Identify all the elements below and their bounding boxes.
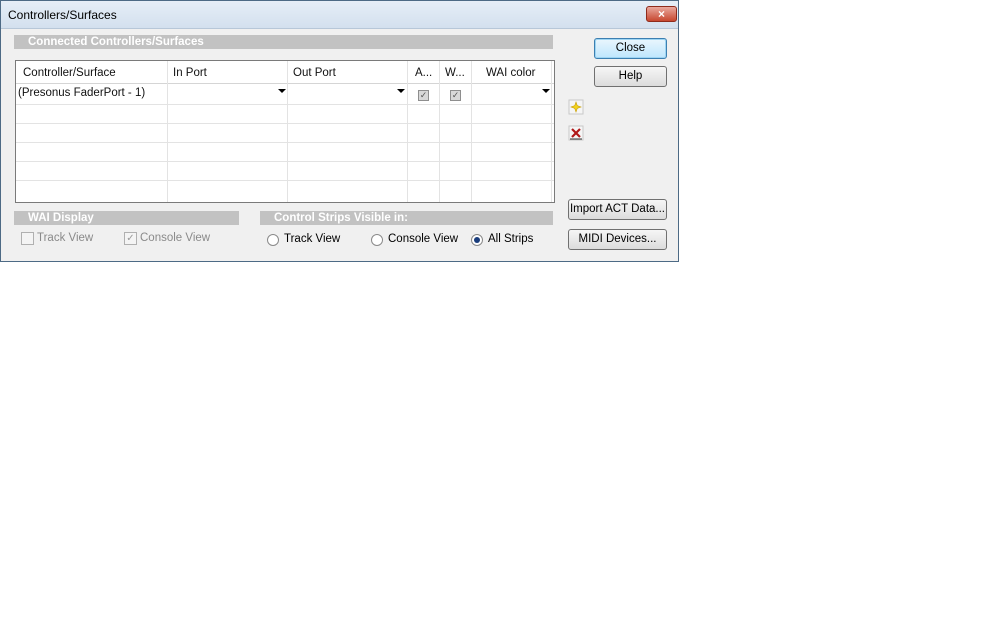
import-act-data-button[interactable]: Import ACT Data... xyxy=(568,199,667,220)
column-divider xyxy=(471,61,472,202)
column-divider xyxy=(287,61,288,202)
row-divider xyxy=(16,104,554,105)
strips-console-view-label: Console View xyxy=(388,233,459,245)
controllers-table[interactable]: Controller/Surface In Port Out Port A...… xyxy=(15,60,555,203)
strips-all-strips-radio[interactable] xyxy=(471,234,483,246)
strips-track-view-label: Track View xyxy=(284,233,341,245)
delete-controller-icon[interactable] xyxy=(568,125,584,141)
column-divider xyxy=(407,61,408,202)
column-header-in-port[interactable]: In Port xyxy=(173,67,207,79)
wai-track-view-label: Track View xyxy=(37,232,94,244)
wai-console-view-label: Console View xyxy=(140,232,211,244)
controllers-surfaces-dialog: Controllers/Surfaces × Connected Control… xyxy=(0,0,679,262)
column-header-out-port[interactable]: Out Port xyxy=(293,67,336,79)
title-bar: Controllers/Surfaces × xyxy=(1,1,678,29)
column-header-controller[interactable]: Controller/Surface xyxy=(23,67,116,79)
wai-console-view-checkbox[interactable]: ✓ xyxy=(124,232,137,245)
in-port-dropdown-icon[interactable] xyxy=(278,89,286,93)
column-divider xyxy=(439,61,440,202)
column-divider xyxy=(551,61,552,202)
window-title: Controllers/Surfaces xyxy=(8,8,117,22)
row-divider xyxy=(16,180,554,181)
w-checkbox[interactable]: ✓ xyxy=(450,90,461,101)
window-close-button[interactable]: × xyxy=(646,6,677,22)
strips-track-view-radio[interactable] xyxy=(267,234,279,246)
close-button[interactable]: Close xyxy=(594,38,667,59)
strips-console-view-radio[interactable] xyxy=(371,234,383,246)
connected-section-header: Connected Controllers/Surfaces xyxy=(14,35,553,49)
midi-devices-button[interactable]: MIDI Devices... xyxy=(568,229,667,250)
out-port-dropdown-icon[interactable] xyxy=(397,89,405,93)
column-header-wai-color[interactable]: WAI color xyxy=(486,67,535,79)
wai-track-view-checkbox[interactable] xyxy=(21,232,34,245)
column-divider xyxy=(167,61,168,202)
strips-all-strips-label: All Strips xyxy=(488,233,534,245)
column-header-w[interactable]: W... xyxy=(445,67,465,79)
wai-color-dropdown-icon[interactable] xyxy=(542,89,550,93)
help-button[interactable]: Help xyxy=(594,66,667,87)
wai-display-header: WAI Display xyxy=(14,211,239,225)
add-controller-icon[interactable] xyxy=(568,99,584,115)
controller-name-cell[interactable]: (Presonus FaderPort - 1) xyxy=(18,87,145,99)
control-strips-header: Control Strips Visible in: xyxy=(260,211,553,225)
column-header-a[interactable]: A... xyxy=(415,67,432,79)
row-divider xyxy=(16,161,554,162)
header-divider xyxy=(16,83,554,84)
a-checkbox[interactable]: ✓ xyxy=(418,90,429,101)
row-divider xyxy=(16,142,554,143)
row-divider xyxy=(16,123,554,124)
